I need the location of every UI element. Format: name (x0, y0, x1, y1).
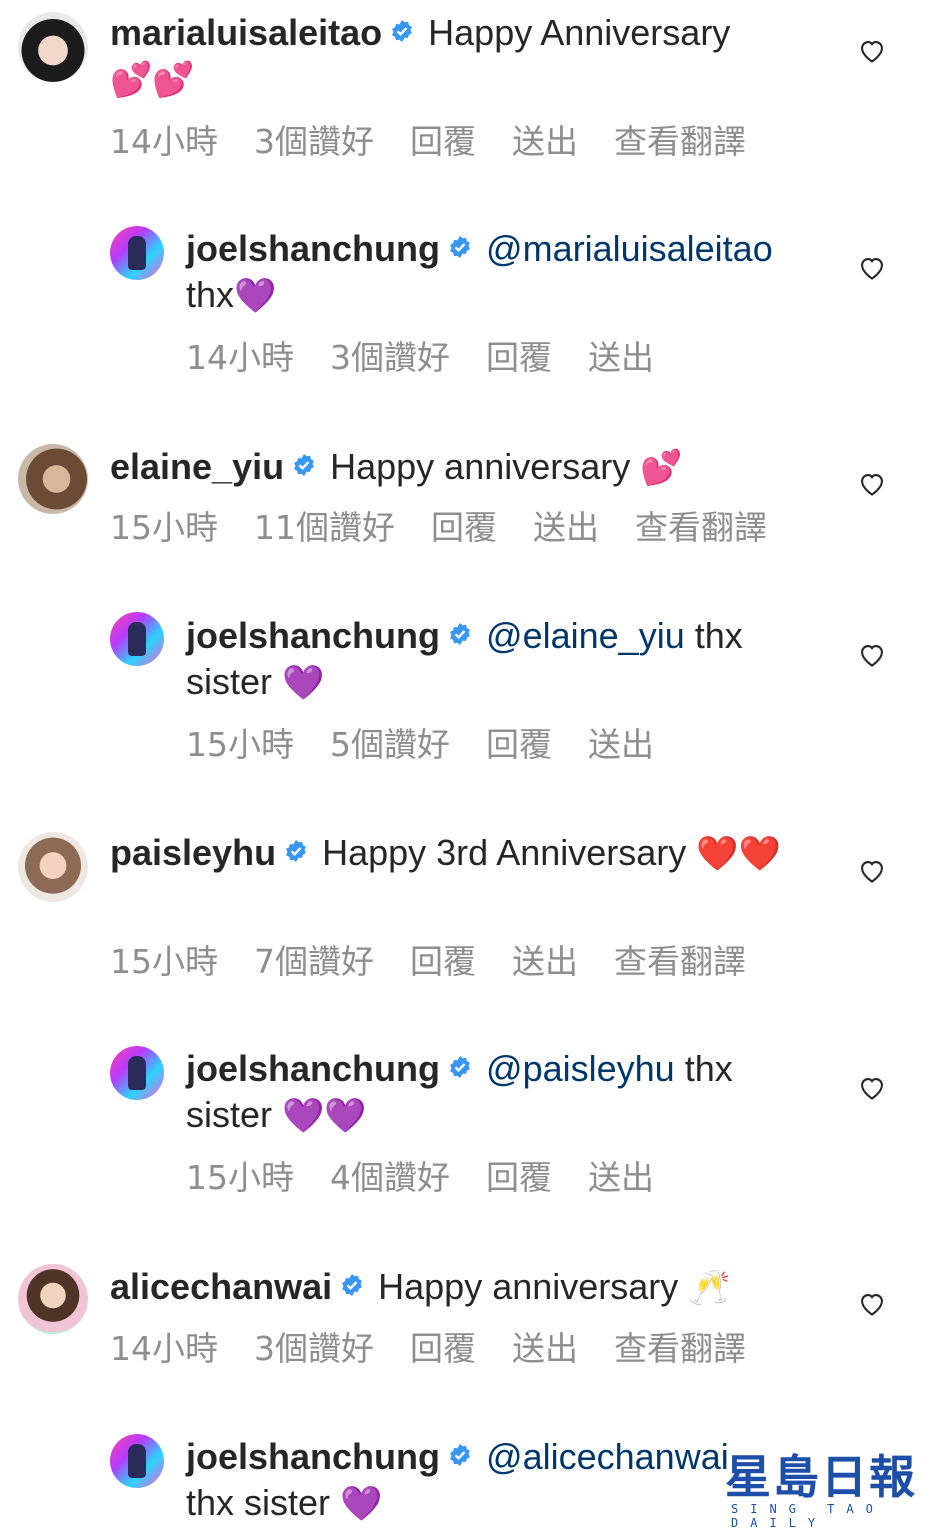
like-heart-icon[interactable] (858, 37, 886, 65)
mention-link[interactable]: @marialuisaleitao (486, 228, 773, 269)
comment-body: Happy 3rd Anniversary (322, 832, 687, 873)
avatar[interactable] (18, 12, 88, 82)
avatar[interactable] (18, 444, 88, 514)
timestamp: 15小時 (186, 1158, 294, 1197)
comment-text: alicechanwai Happy anniversary 🥂 (110, 1264, 830, 1311)
timestamp: 15小時 (110, 508, 218, 547)
avatar[interactable] (110, 1434, 164, 1488)
emoji: 💜💜 (282, 1097, 367, 1135)
see-translation-button[interactable]: 查看翻譯 (614, 1329, 746, 1369)
send-button[interactable]: 送出 (588, 1158, 654, 1198)
mention-link[interactable]: @alicechanwai (486, 1436, 729, 1477)
likes-count[interactable]: 11個讚好 (254, 508, 395, 548)
comment-text: paisleyhu Happy 3rd Anniversary ❤️❤️ (110, 830, 830, 877)
avatar[interactable] (18, 832, 88, 902)
see-translation-button[interactable]: 查看翻譯 (614, 122, 746, 162)
likes-count[interactable]: 7個讚好 (254, 942, 374, 982)
likes-count[interactable]: 3個讚好 (254, 122, 374, 162)
comment-meta: 15小時 4個讚好 回覆 送出 (186, 1158, 690, 1198)
username[interactable]: marialuisaleitao (110, 12, 382, 53)
comment-meta: 15小時 7個讚好 回覆 送出 查看翻譯 (110, 942, 782, 982)
avatar[interactable] (18, 1264, 88, 1334)
reply-button[interactable]: 回覆 (410, 942, 476, 982)
username[interactable]: joelshanchung (186, 1436, 440, 1477)
reply-button[interactable]: 回覆 (486, 1158, 552, 1198)
username[interactable]: alicechanwai (110, 1266, 332, 1307)
reply-button[interactable]: 回覆 (486, 725, 552, 765)
avatar[interactable] (110, 612, 164, 666)
timestamp: 14小時 (110, 1329, 218, 1368)
emoji: 💕 (640, 449, 683, 487)
verified-badge-icon (448, 235, 472, 259)
send-button[interactable]: 送出 (512, 122, 578, 162)
reply-button[interactable]: 回覆 (410, 122, 476, 162)
likes-count[interactable]: 5個讚好 (330, 725, 450, 765)
comment-meta: 15小時 5個讚好 回覆 送出 (186, 725, 690, 765)
comment-meta: 14小時 3個讚好 回覆 送出 查看翻譯 (110, 122, 782, 162)
timestamp: 15小時 (110, 942, 218, 981)
like-heart-icon[interactable] (858, 1290, 886, 1318)
verified-badge-icon (448, 622, 472, 646)
emoji: 💕💕 (110, 61, 195, 99)
like-heart-icon[interactable] (858, 641, 886, 669)
emoji: 💜 (282, 664, 325, 702)
see-translation-button[interactable]: 查看翻譯 (635, 508, 767, 548)
emoji: ❤️❤️ (696, 835, 781, 873)
username[interactable]: joelshanchung (186, 228, 440, 269)
likes-count[interactable]: 4個讚好 (330, 1158, 450, 1198)
emoji: 🥂 (688, 1269, 731, 1307)
send-button[interactable]: 送出 (588, 338, 654, 378)
likes-count[interactable]: 3個讚好 (330, 338, 450, 378)
send-button[interactable]: 送出 (588, 725, 654, 765)
reply-button[interactable]: 回覆 (486, 338, 552, 378)
reply-button[interactable]: 回覆 (410, 1329, 476, 1369)
comment-body: Happy anniversary (330, 446, 631, 487)
send-button[interactable]: 送出 (512, 942, 578, 982)
like-heart-icon[interactable] (858, 254, 886, 282)
watermark-text: 星島日報 (725, 1450, 917, 1504)
verified-badge-icon (448, 1055, 472, 1079)
comment-body: thx sister (186, 1482, 331, 1523)
comment-text: marialuisaleitao Happy Anniversary 💕💕 (110, 10, 830, 103)
username[interactable]: joelshanchung (186, 615, 440, 656)
mention-link[interactable]: @elaine_yiu (486, 615, 685, 656)
comment-body: Happy Anniversary (428, 12, 731, 53)
see-translation-button[interactable]: 查看翻譯 (614, 942, 746, 982)
timestamp: 15小時 (186, 725, 294, 764)
verified-badge-icon (390, 19, 414, 43)
reply-button[interactable]: 回覆 (431, 508, 497, 548)
reply-text: joelshanchung @marialuisaleitao thx💜 (186, 226, 826, 319)
username[interactable]: paisleyhu (110, 832, 276, 873)
like-heart-icon[interactable] (858, 857, 886, 885)
username[interactable]: joelshanchung (186, 1048, 440, 1089)
comment-meta: 15小時 11個讚好 回覆 送出 查看翻譯 (110, 508, 803, 548)
comment-body: thx (186, 274, 235, 315)
comment-meta: 14小時 3個讚好 回覆 送出 查看翻譯 (110, 1329, 782, 1369)
send-button[interactable]: 送出 (512, 1329, 578, 1369)
watermark-logo: 星島日報 SING TAO DAILY (725, 1450, 925, 1530)
timestamp: 14小時 (110, 122, 218, 161)
verified-badge-icon (284, 839, 308, 863)
verified-badge-icon (292, 453, 316, 477)
comment-text: elaine_yiu Happy anniversary 💕 (110, 444, 830, 491)
send-button[interactable]: 送出 (533, 508, 599, 548)
verified-badge-icon (448, 1443, 472, 1467)
mention-link[interactable]: @paisleyhu (486, 1048, 675, 1089)
like-heart-icon[interactable] (858, 470, 886, 498)
comment-body: Happy anniversary (378, 1266, 679, 1307)
avatar[interactable] (110, 226, 164, 280)
timestamp: 14小時 (186, 338, 294, 377)
username[interactable]: elaine_yiu (110, 446, 284, 487)
avatar[interactable] (110, 1046, 164, 1100)
reply-text: joelshanchung @paisleyhu thx sister 💜💜 (186, 1046, 826, 1139)
emoji: 💜 (340, 1485, 383, 1523)
verified-badge-icon (340, 1273, 364, 1297)
comment-meta: 14小時 3個讚好 回覆 送出 (186, 338, 690, 378)
reply-text: joelshanchung @elaine_yiu thx sister 💜 (186, 613, 826, 706)
likes-count[interactable]: 3個讚好 (254, 1329, 374, 1369)
watermark-subtext: SING TAO DAILY (731, 1502, 885, 1530)
emoji: 💜 (234, 277, 277, 315)
like-heart-icon[interactable] (858, 1074, 886, 1102)
